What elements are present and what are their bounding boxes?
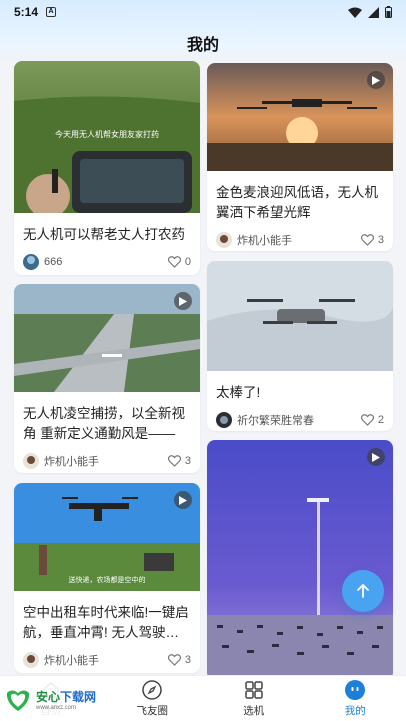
tab-flyer-circle[interactable]: 飞友圈 [102, 676, 204, 721]
play-icon [174, 491, 192, 509]
post-card[interactable] [207, 440, 393, 675]
heart-icon [360, 234, 374, 246]
like-button[interactable]: 2 [360, 414, 384, 426]
avatar [216, 412, 232, 428]
status-time: 5:14 [14, 5, 39, 19]
status-bar: 5:14 A [0, 0, 406, 24]
avatar [23, 453, 39, 469]
scroll-to-top-button[interactable] [342, 570, 384, 612]
heart-icon [167, 256, 181, 268]
post-thumbnail [207, 440, 393, 675]
author-name: 炸机小能手 [44, 655, 99, 667]
tab-label: 我的 [344, 705, 366, 717]
author-name: 666 [44, 256, 63, 268]
author-name: 炸机小能手 [237, 235, 292, 247]
post-thumbnail: 今天用无人机帮女朋友家打药 [14, 61, 200, 213]
watermark-text-a: 安心 [36, 689, 61, 704]
like-count: 0 [184, 256, 191, 268]
avatar [23, 254, 39, 270]
post-thumbnail [14, 284, 200, 392]
sim-icon: A [46, 7, 57, 17]
post-title: 空中出租车时代来临!一键启航，垂直冲霄! 无人驾驶… [23, 605, 189, 640]
post-title: 无人机可以帮老丈人打农药 [23, 227, 185, 242]
post-card[interactable]: 太棒了! 祈尔繁荣胜常春 2 [207, 261, 393, 431]
compass-icon [141, 679, 163, 701]
post-card[interactable]: 今天用无人机帮女朋友家打药 无人机可以帮老丈人打农药 666 0 [14, 61, 200, 275]
post-thumbnail [207, 261, 393, 371]
play-icon [367, 448, 385, 466]
post-title: 无人机凌空捕捞，以全新视角 重新定义通勤风是—— [23, 406, 185, 441]
play-icon [367, 71, 385, 89]
like-button[interactable]: 0 [167, 256, 191, 268]
like-button[interactable]: 3 [167, 455, 191, 467]
heart-icon [360, 414, 374, 426]
play-icon [174, 292, 192, 310]
tab-label: 选机 [243, 705, 265, 717]
like-count: 2 [377, 414, 384, 426]
post-title: 太棒了! [216, 385, 261, 400]
post-thumbnail [207, 63, 393, 171]
like-count: 3 [184, 455, 191, 467]
watermark-logo [6, 690, 30, 711]
avatar [216, 232, 232, 248]
battery-icon [385, 6, 392, 18]
like-button[interactable]: 3 [360, 234, 384, 246]
arrow-up-icon [357, 584, 369, 598]
watermark: 安心下载网 www.anxz.com [4, 680, 112, 718]
watermark-text-b: 下载网 [60, 689, 97, 704]
heart-icon [167, 654, 181, 666]
post-card[interactable]: 无人机凌空捕捞，以全新视角 重新定义通勤风是—— 炸机小能手 3 [14, 284, 200, 473]
post-thumbnail: 送快递，农场都是空中的 [14, 483, 200, 591]
wifi-icon [348, 7, 362, 18]
avatar [23, 652, 39, 668]
post-card[interactable]: 送快递，农场都是空中的 空中出租车时代来临!一键启航，垂直冲霄! 无人驾驶… 炸… [14, 483, 200, 673]
author-name: 炸机小能手 [44, 456, 99, 468]
post-card[interactable]: 金色麦浪迎风低语，无人机翼洒下希望光辉 炸机小能手 3 [207, 63, 393, 251]
video-caption: 送快递，农场都是空中的 [68, 577, 146, 584]
signal-icon [368, 6, 379, 18]
heart-icon [167, 455, 181, 467]
tab-mine[interactable]: 我的 [305, 676, 406, 721]
profile-face-icon [344, 679, 366, 701]
post-title: 金色麦浪迎风低语，无人机翼洒下希望光辉 [216, 185, 378, 220]
watermark-url: www.anxz.com [36, 704, 77, 711]
like-count: 3 [184, 654, 191, 666]
like-count: 3 [377, 234, 384, 246]
author-name: 祈尔繁荣胜常春 [237, 415, 314, 427]
page-title: 我的 [186, 37, 219, 54]
tab-select-drone[interactable]: 选机 [203, 676, 305, 721]
tab-label: 飞友圈 [136, 705, 169, 717]
video-caption: 今天用无人机帮女朋友家打药 [55, 130, 159, 139]
grid-icon [243, 679, 265, 701]
like-button[interactable]: 3 [167, 654, 191, 666]
